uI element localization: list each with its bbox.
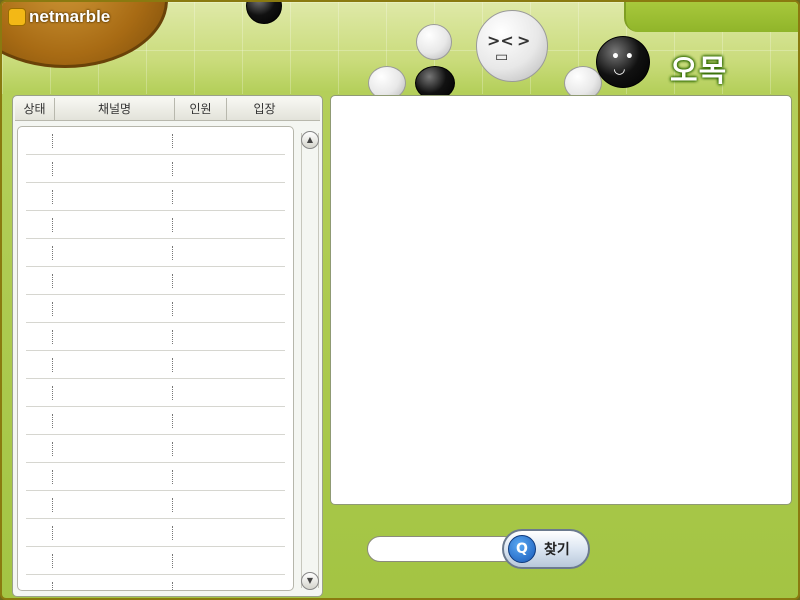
smiling-black-stone-character: • • ◡: [596, 36, 650, 88]
header-tab-decoration: [624, 2, 798, 32]
column-separator: [172, 330, 173, 344]
search-input[interactable]: [367, 536, 517, 562]
table-row[interactable]: [26, 267, 285, 295]
channel-detail-panel: [330, 95, 792, 505]
column-separator: [52, 582, 53, 590]
table-row[interactable]: [26, 435, 285, 463]
search-button[interactable]: Q 찾기: [502, 529, 590, 569]
column-separator: [172, 470, 173, 484]
column-separator: [172, 442, 173, 456]
column-separator: [52, 526, 53, 540]
table-row[interactable]: [26, 127, 285, 155]
table-row[interactable]: [26, 351, 285, 379]
column-separator: [172, 134, 173, 148]
vertical-scrollbar[interactable]: ▲ ▼: [301, 131, 319, 590]
column-separator: [52, 414, 53, 428]
search-button-label: 찾기: [544, 542, 570, 558]
column-separator: [172, 386, 173, 400]
column-separator: [52, 554, 53, 568]
column-separator: [52, 134, 53, 148]
column-status-header[interactable]: 상태: [15, 98, 55, 120]
netmarble-logo[interactable]: netmarble: [8, 7, 110, 27]
table-row[interactable]: [26, 379, 285, 407]
column-enter-header[interactable]: 입장: [227, 98, 302, 120]
column-separator: [172, 526, 173, 540]
column-separator: [172, 414, 173, 428]
table-row[interactable]: [26, 463, 285, 491]
table-row[interactable]: [26, 407, 285, 435]
column-separator: [52, 498, 53, 512]
table-row[interactable]: [26, 491, 285, 519]
column-separator: [172, 582, 173, 590]
channel-list-header: 상태 채널명 인원 입장: [15, 98, 320, 121]
column-separator: [52, 302, 53, 316]
column-separator: [172, 554, 173, 568]
column-separator: [172, 302, 173, 316]
white-stone-decoration: [416, 24, 452, 60]
column-separator: [172, 246, 173, 260]
column-separator: [52, 274, 53, 288]
column-separator: [172, 274, 173, 288]
table-row[interactable]: [26, 323, 285, 351]
table-row[interactable]: [26, 547, 285, 575]
scroll-down-arrow-icon[interactable]: ▼: [301, 572, 319, 590]
column-separator: [172, 190, 173, 204]
table-row[interactable]: [26, 211, 285, 239]
table-row[interactable]: [26, 295, 285, 323]
column-channel-name-header[interactable]: 채널명: [55, 98, 175, 120]
column-separator: [52, 162, 53, 176]
game-title: 오목: [670, 54, 728, 89]
column-separator: [52, 470, 53, 484]
table-row[interactable]: [26, 239, 285, 267]
app-window: netmarble >< > ▭ • • ◡ 오목 상태 채널명 인원 입장 ▲…: [0, 0, 800, 600]
table-row[interactable]: [26, 183, 285, 211]
laughing-white-stone-character: >< > ▭: [476, 10, 548, 82]
scroll-up-arrow-icon[interactable]: ▲: [301, 131, 319, 149]
column-separator: [52, 246, 53, 260]
column-separator: [52, 358, 53, 372]
column-players-header[interactable]: 인원: [175, 98, 227, 120]
column-separator: [52, 190, 53, 204]
logo-text: netmarble: [29, 7, 111, 26]
magnifier-icon: Q: [508, 535, 536, 563]
column-separator: [172, 162, 173, 176]
column-separator: [52, 442, 53, 456]
table-row[interactable]: [26, 519, 285, 547]
column-separator: [52, 330, 53, 344]
column-separator: [172, 358, 173, 372]
netmarble-logo-icon: [8, 8, 26, 26]
table-row[interactable]: [26, 575, 285, 590]
channel-list: [17, 126, 294, 591]
column-separator: [172, 498, 173, 512]
column-separator: [172, 218, 173, 232]
column-separator: [52, 218, 53, 232]
channel-list-panel: 상태 채널명 인원 입장 ▲ ▼: [12, 95, 323, 597]
column-separator: [52, 386, 53, 400]
table-row[interactable]: [26, 155, 285, 183]
